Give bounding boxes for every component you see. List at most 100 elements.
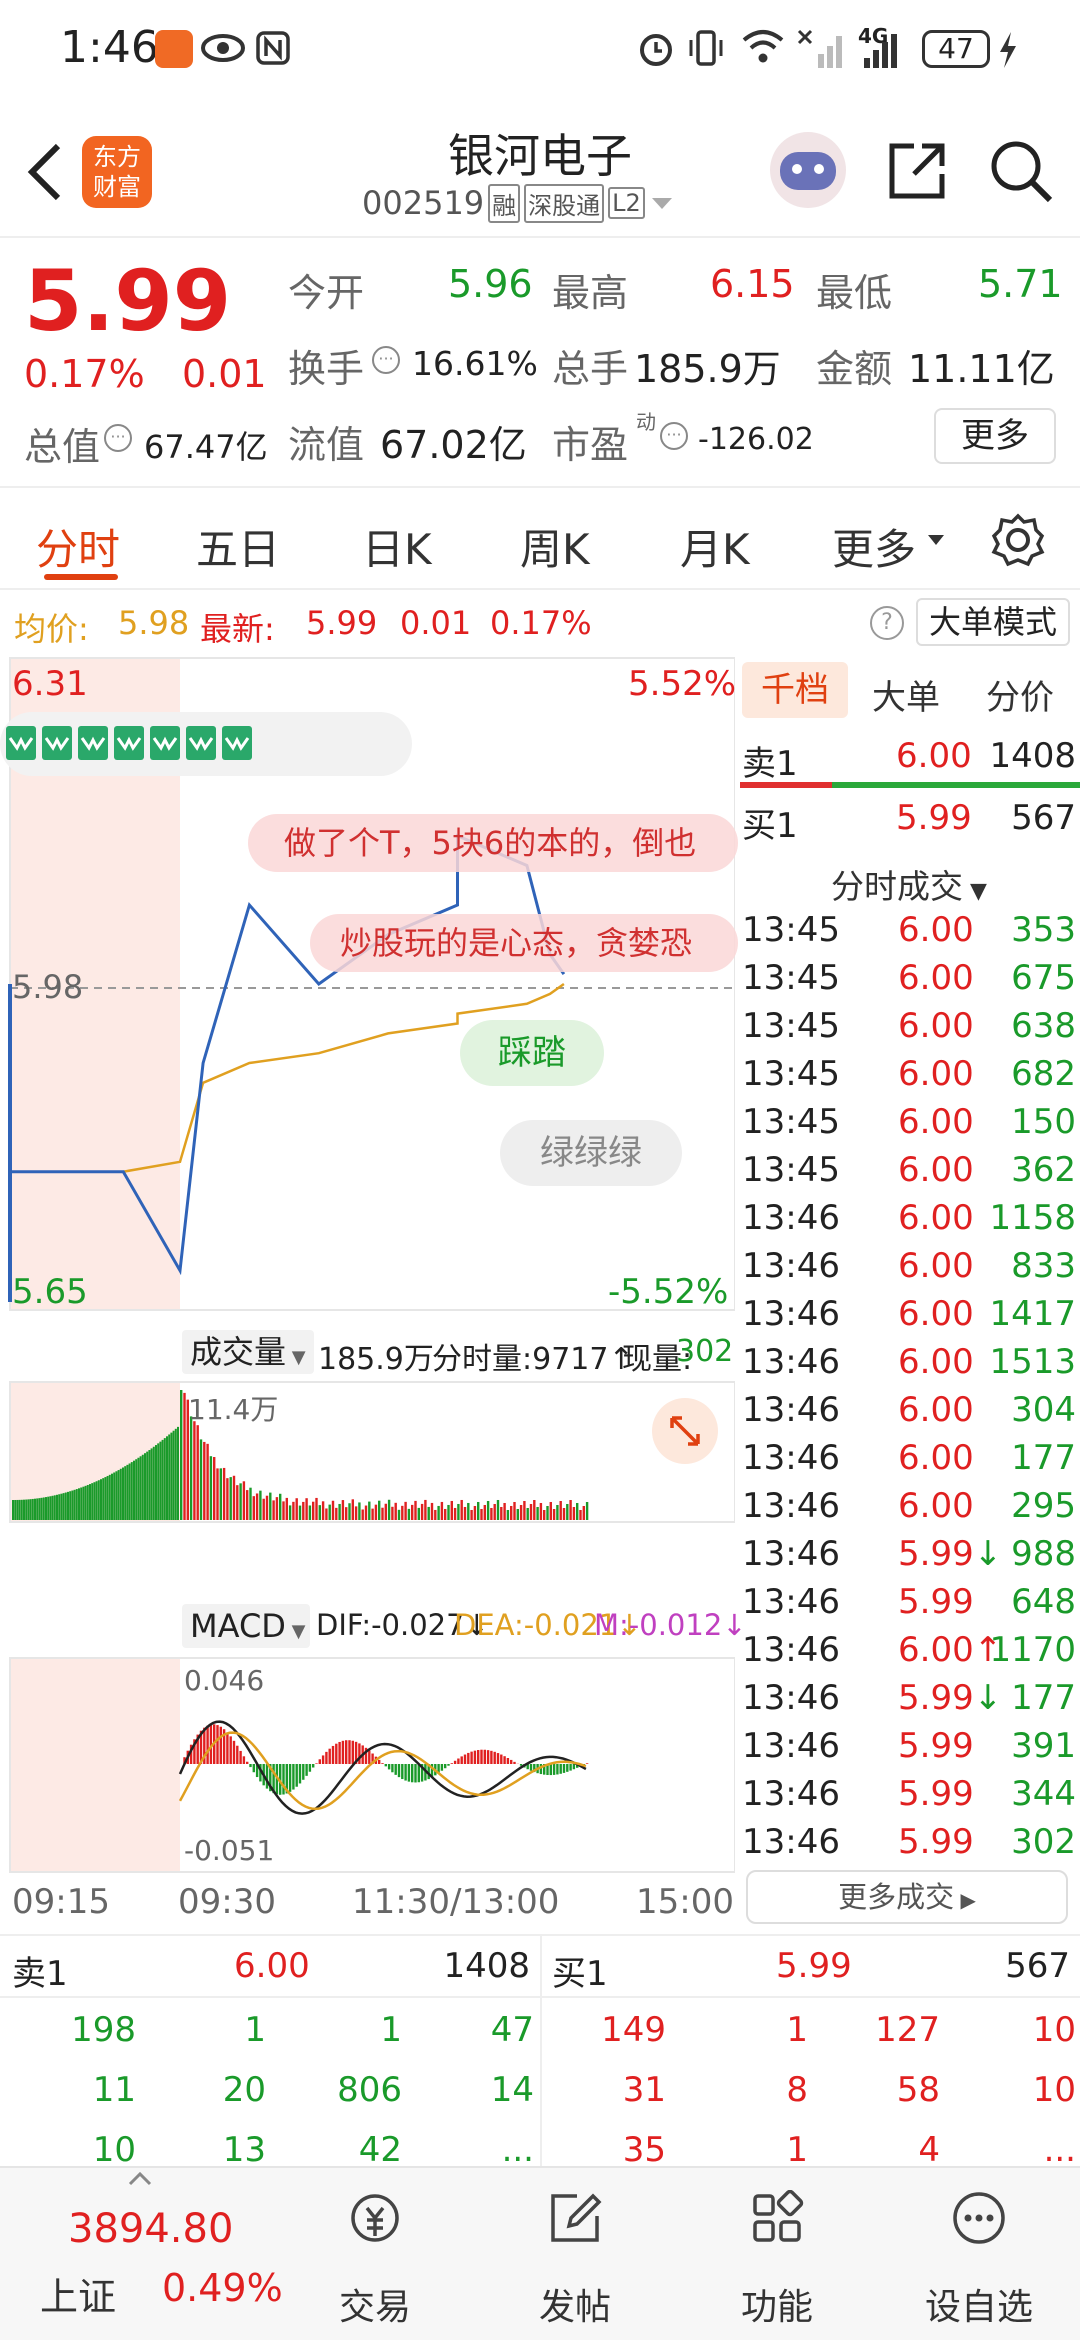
settings-icon[interactable] xyxy=(990,512,1046,568)
tick-volume: 150 xyxy=(1011,1102,1076,1142)
tab-monthly-k[interactable]: 月K xyxy=(680,516,750,577)
tab-price-dist[interactable]: 分价 xyxy=(986,670,1054,719)
tick-time: 13:46 xyxy=(742,1630,840,1670)
tab-thousand-levels[interactable]: 千档 xyxy=(742,662,848,718)
share-icon[interactable] xyxy=(884,138,950,204)
ticks-title-label: 分时成交 xyxy=(831,867,964,906)
macd-bar xyxy=(397,1764,401,1778)
macd-bar xyxy=(480,1749,483,1764)
macd-bar xyxy=(335,1743,338,1764)
volume-bar xyxy=(216,1468,219,1520)
sentiment-pill[interactable]: 踩踏 xyxy=(460,1020,604,1086)
volume-bar xyxy=(232,1475,236,1520)
info-icon[interactable]: ··· xyxy=(372,346,400,374)
macd-bar xyxy=(331,1745,335,1764)
volume-bar xyxy=(86,1484,89,1520)
order-queue-cell: 11 xyxy=(92,2070,136,2110)
pe-label: 市盈 xyxy=(552,423,629,467)
volume-bar xyxy=(249,1487,252,1520)
macd-bar xyxy=(387,1764,391,1770)
volume-bar xyxy=(102,1478,105,1520)
danmaku-bubble[interactable]: 做了个T，5块6的本的，倒也 xyxy=(248,814,738,872)
tab-intraday[interactable]: 分时 xyxy=(36,516,120,577)
volume-indicator-select[interactable]: 成交量 ▼ xyxy=(182,1330,314,1374)
macd-bar xyxy=(341,1740,345,1764)
volume-bar xyxy=(302,1501,305,1520)
sentiment-pill[interactable]: 绿绿绿 xyxy=(500,1120,682,1186)
macd-bar xyxy=(496,1753,500,1764)
buy-side-label: 买1 xyxy=(552,1954,608,1994)
tick-row: 13:46 5.99 391 xyxy=(738,1726,1080,1774)
nav-post[interactable]: 发帖 xyxy=(500,2168,650,2340)
volume-bar xyxy=(308,1505,312,1520)
volume-bar xyxy=(345,1507,348,1520)
volume-bar xyxy=(124,1466,127,1520)
help-icon[interactable]: ? xyxy=(870,606,904,640)
dropdown-icon[interactable] xyxy=(649,193,675,213)
nav-functions[interactable]: 功能 xyxy=(702,2168,852,2340)
mktcap-value: 67.47亿 xyxy=(144,428,268,466)
tick-volume: 988 xyxy=(1011,1534,1076,1574)
tick-time: 13:46 xyxy=(742,1822,840,1862)
volume-bar xyxy=(354,1506,358,1520)
sell-strength-bar xyxy=(740,782,832,788)
nav-add-watchlist[interactable]: 设自选 xyxy=(904,2168,1054,2340)
tick-price: 6.00 xyxy=(898,1438,974,1478)
volume-bar xyxy=(133,1460,135,1520)
volume-bar xyxy=(14,1499,17,1520)
volume-bar xyxy=(576,1502,579,1520)
tab-more[interactable]: 更多 xyxy=(832,516,916,577)
volume-bar xyxy=(91,1483,94,1520)
volume-bar xyxy=(229,1477,232,1520)
expand-up-icon[interactable] xyxy=(128,2172,152,2186)
tab-big-orders[interactable]: 大单 xyxy=(872,670,940,719)
sell-side-price: 6.00 xyxy=(234,1946,310,1986)
macd-bar xyxy=(338,1741,341,1764)
volume-bar xyxy=(226,1478,229,1520)
volume-bar xyxy=(411,1504,414,1520)
volume-bar xyxy=(404,1501,407,1520)
volume-bar xyxy=(18,1499,21,1520)
volume-bar xyxy=(126,1464,129,1520)
macd-bar xyxy=(529,1764,533,1771)
tab-five-day[interactable]: 五日 xyxy=(196,516,280,577)
tick-price: 6.00 xyxy=(898,1342,974,1382)
tick-time: 13:46 xyxy=(742,1438,840,1478)
macd-bar xyxy=(490,1750,493,1764)
macd-bar xyxy=(216,1725,219,1764)
volume-bar xyxy=(80,1487,83,1520)
robot-assistant-icon[interactable] xyxy=(770,132,846,208)
volume-bar xyxy=(338,1503,341,1520)
back-icon[interactable] xyxy=(22,140,66,204)
volume-bar xyxy=(84,1485,87,1520)
macd-bar xyxy=(206,1725,209,1764)
macd-bar xyxy=(358,1743,361,1764)
macd-bar xyxy=(368,1750,371,1764)
nav-trade[interactable]: 交易 xyxy=(300,2168,450,2340)
danmaku-bubble[interactable]: 炒股玩的是心态，贪婪恐 xyxy=(310,914,738,972)
tab-daily-k[interactable]: 日K xyxy=(362,516,432,577)
macd-indicator-select[interactable]: MACD ▼ xyxy=(182,1604,310,1648)
index-ticker[interactable]: 3894.80 上证 0.49% xyxy=(0,2168,300,2340)
info-icon[interactable]: ··· xyxy=(660,422,688,450)
volume-bar xyxy=(556,1504,559,1520)
volume-bar xyxy=(199,1439,203,1520)
volume-bar xyxy=(38,1498,41,1520)
big-order-mode-button[interactable]: 大单模式 xyxy=(916,598,1070,646)
volume-bar xyxy=(384,1503,387,1520)
time-label: 09:30 xyxy=(178,1882,276,1922)
expand-icon[interactable] xyxy=(652,1398,718,1464)
ticks-title[interactable]: 分时成交 ▼ xyxy=(738,860,1080,908)
volume-bar xyxy=(16,1499,19,1520)
more-ticks-button[interactable]: 更多成交 ▶ xyxy=(746,1870,1068,1924)
info-icon[interactable]: ··· xyxy=(104,424,132,452)
tick-time: 13:45 xyxy=(742,1054,840,1094)
volume-bar xyxy=(25,1499,28,1520)
more-button[interactable]: 更多 xyxy=(934,408,1056,464)
search-icon[interactable] xyxy=(986,136,1056,206)
volume-bar xyxy=(401,1505,404,1520)
volume-bar xyxy=(75,1489,78,1520)
tab-weekly-k[interactable]: 周K xyxy=(520,516,590,577)
volume-bar xyxy=(582,1505,585,1520)
volume-bar xyxy=(335,1507,338,1520)
